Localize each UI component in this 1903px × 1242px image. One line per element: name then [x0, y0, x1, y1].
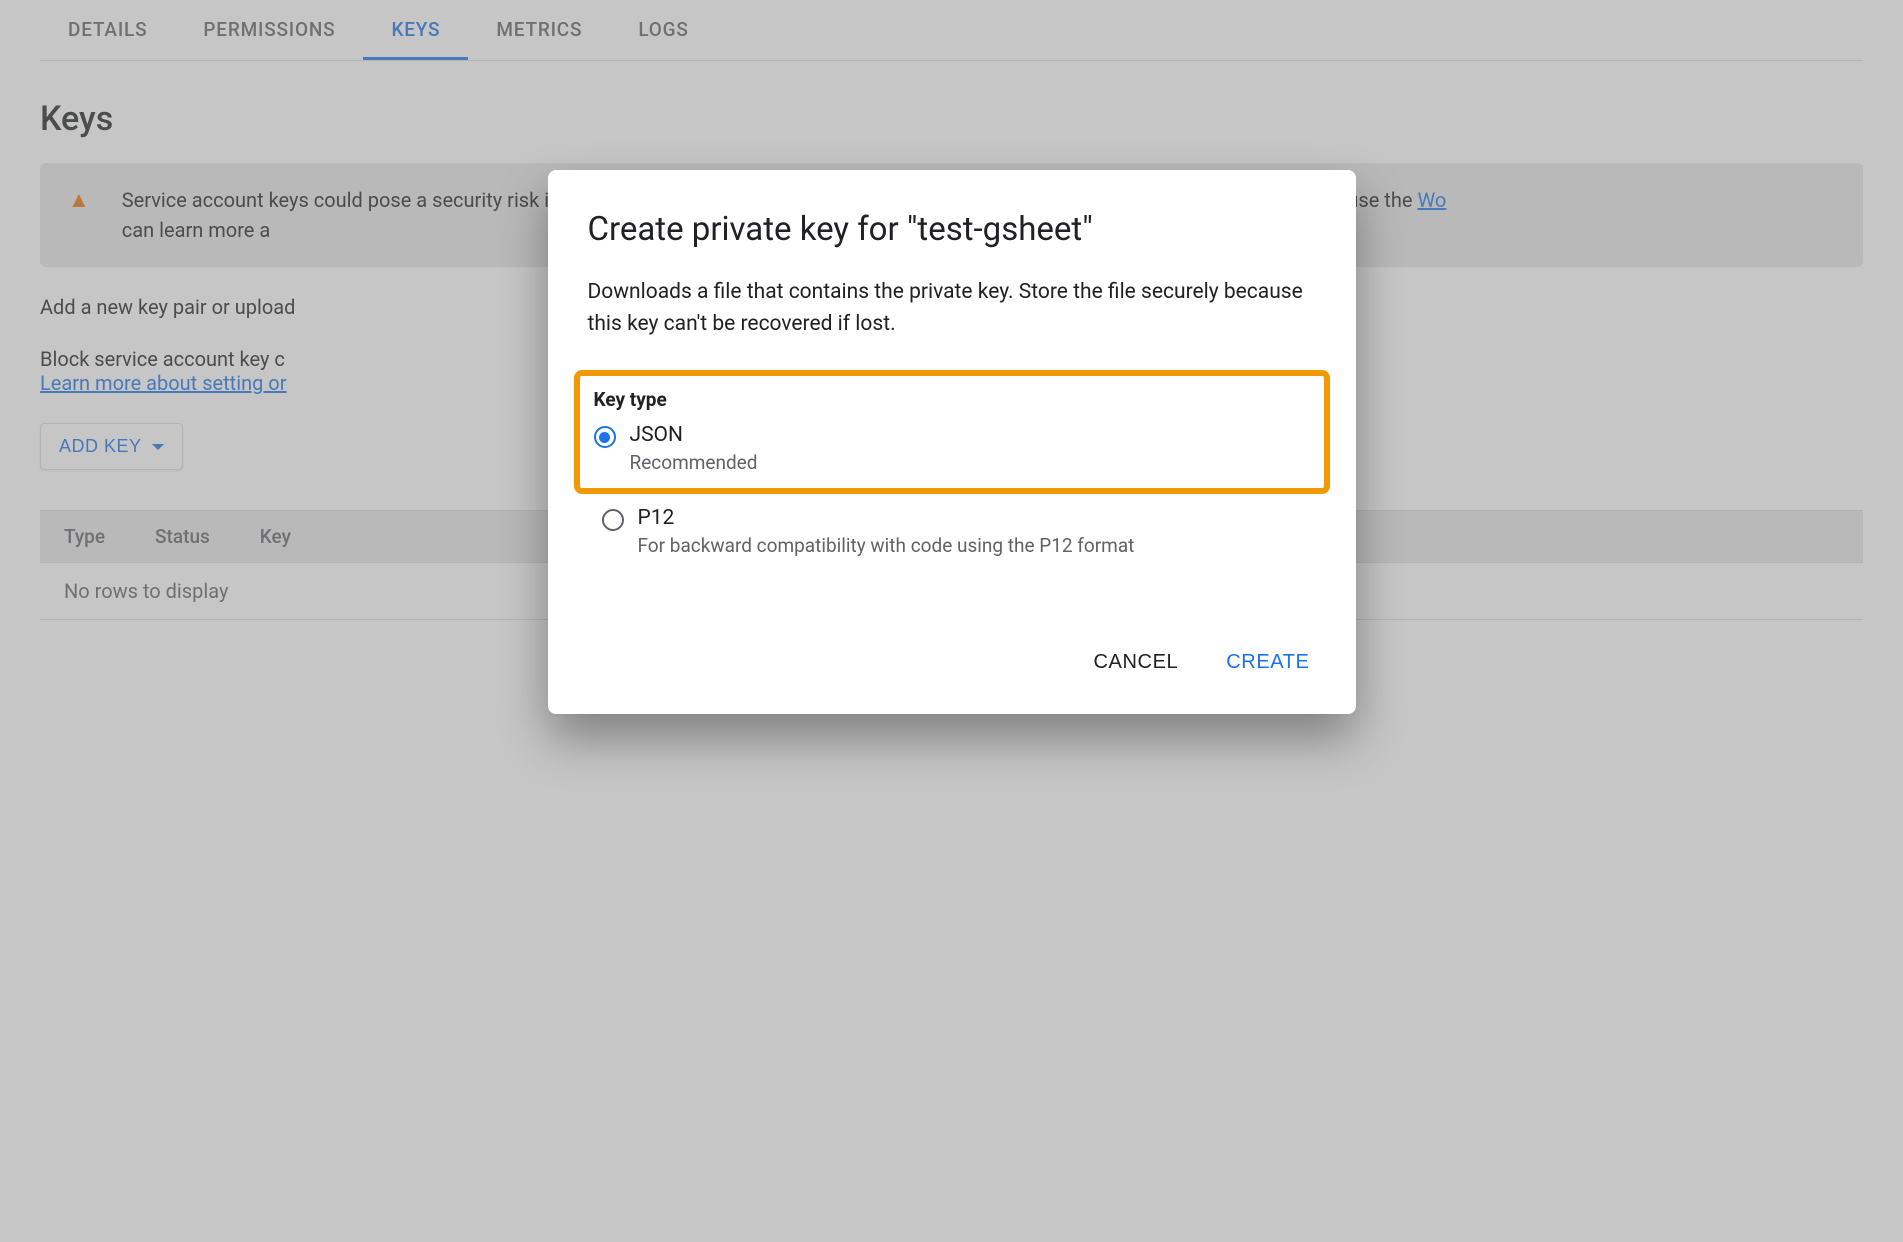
radio-option-p12[interactable]: P12 For backward compatibility with code…: [588, 502, 1316, 561]
radio-p12-sublabel: For backward compatibility with code usi…: [638, 534, 1135, 557]
create-private-key-dialog: Create private key for "test-gsheet" Dow…: [548, 170, 1356, 714]
dialog-description: Downloads a file that contains the priva…: [588, 277, 1316, 340]
radio-json-sublabel: Recommended: [630, 451, 758, 474]
radio-option-json[interactable]: JSON Recommended: [586, 419, 1314, 478]
dialog-actions: CANCEL CREATE: [588, 641, 1316, 684]
modal-overlay: Create private key for "test-gsheet" Dow…: [0, 0, 1903, 1242]
radio-p12[interactable]: [602, 509, 624, 531]
key-type-label: Key type: [586, 388, 1314, 411]
radio-p12-label: P12: [638, 506, 1135, 530]
radio-json-label: JSON: [630, 423, 758, 447]
cancel-button[interactable]: CANCEL: [1088, 641, 1185, 684]
key-type-highlight: Key type JSON Recommended: [574, 370, 1330, 494]
dialog-title: Create private key for "test-gsheet": [588, 210, 1316, 249]
create-button[interactable]: CREATE: [1220, 641, 1315, 684]
radio-json[interactable]: [594, 426, 616, 448]
